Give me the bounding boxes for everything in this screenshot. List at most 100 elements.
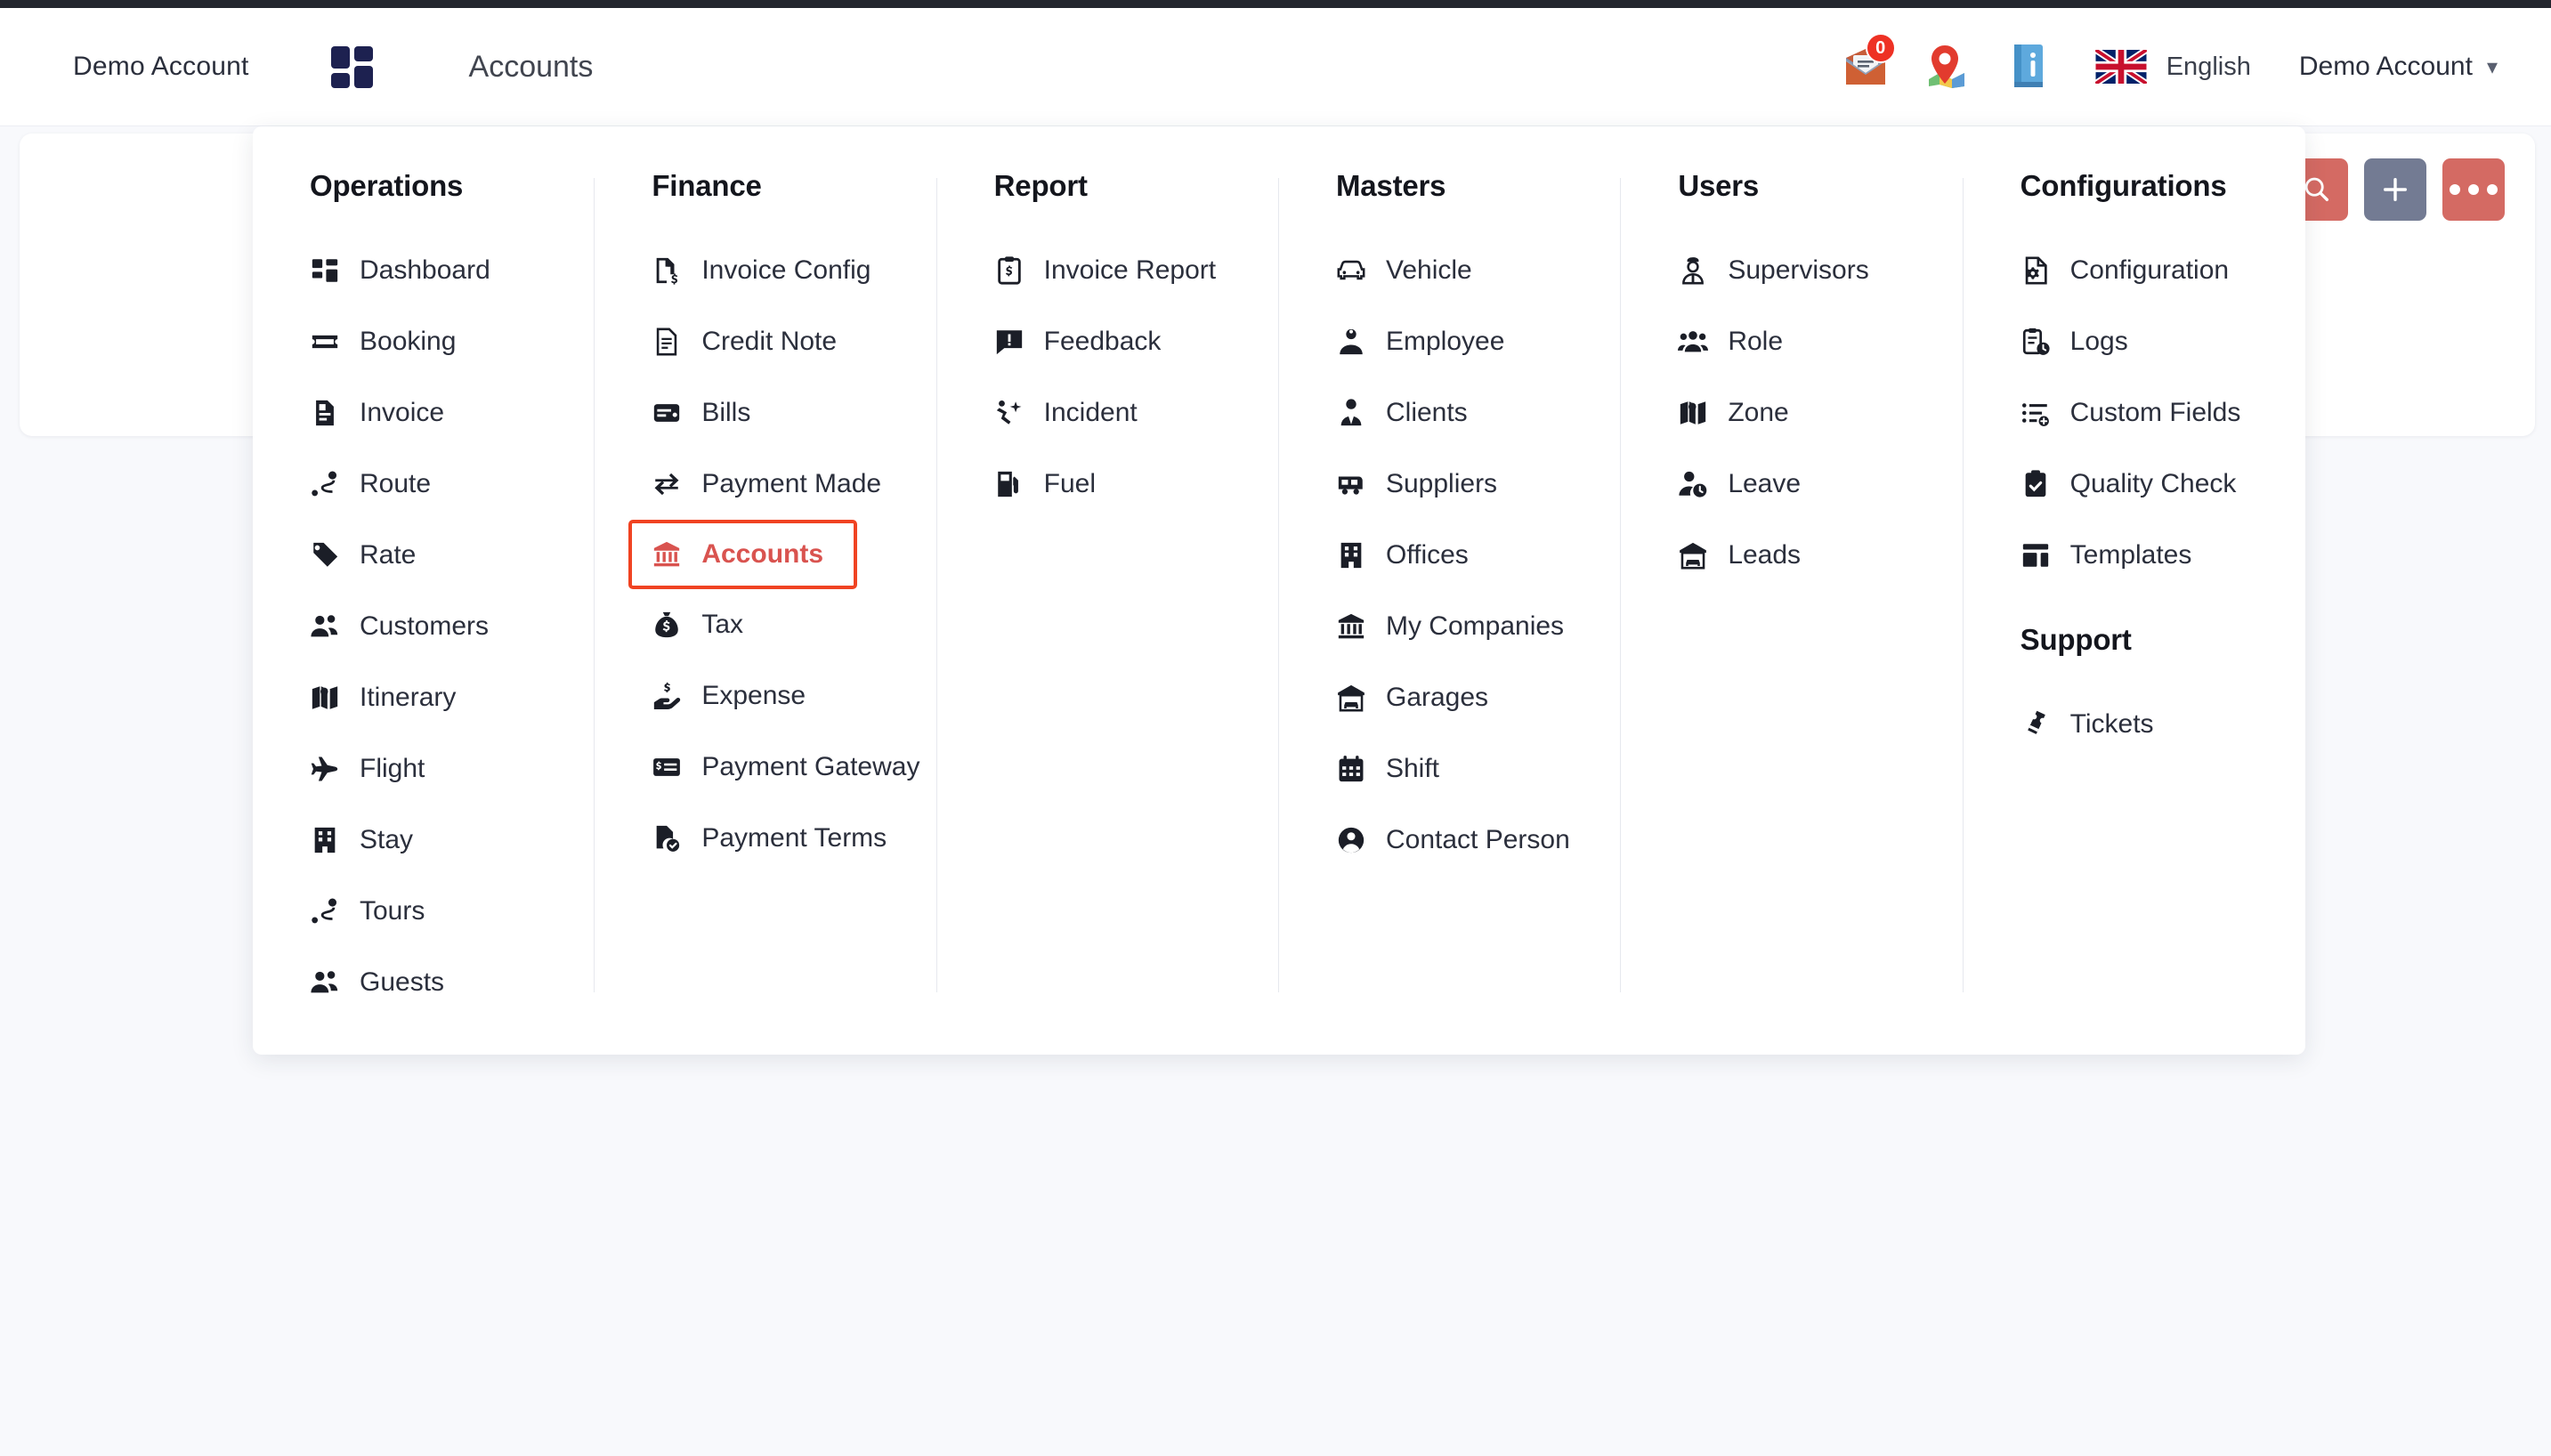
search-icon [2304,177,2329,202]
plus-icon [2383,177,2408,202]
menu-item-expense[interactable]: Expense [652,660,814,732]
dashboard-grid-icon [310,255,340,286]
app-header: Demo Account Accounts 0 English Demo Acc… [0,8,2551,126]
menu-item-flight[interactable]: Flight [310,733,433,805]
menu-item-role[interactable]: Role [1678,306,1792,377]
route-icon [310,896,340,926]
clipboard-clock-icon [2021,327,2051,357]
menu-item-label: Expense [701,681,806,710]
menu-item-quality-check[interactable]: Quality Check [2021,449,2246,520]
menu-item-label: Shift [1385,754,1440,783]
menu-item-zone[interactable]: Zone [1678,377,1797,449]
menu-item-dashboard[interactable]: Dashboard [310,235,499,306]
menu-item-guests[interactable]: Guests [310,947,453,1018]
menu-item-invoice-config[interactable]: Invoice Config [652,235,879,306]
user-account-menu[interactable]: Demo Account ▾ [2299,52,2498,82]
list-plus-icon [2021,398,2051,428]
uk-flag-icon[interactable] [2093,46,2149,87]
menu-item-incident[interactable]: Incident [994,377,1146,449]
menu-item-rate[interactable]: Rate [310,520,425,591]
menu-item-contact-person[interactable]: Contact Person [1336,805,1579,876]
menu-item-suppliers[interactable]: Suppliers [1336,449,1506,520]
menu-item-itinerary[interactable]: Itinerary [310,662,465,733]
menu-item-label: Customers [360,611,490,641]
menu-item-booking[interactable]: Booking [310,306,465,377]
ticket-icon [310,327,340,357]
map-pin-icon[interactable] [1907,26,1988,108]
menu-item-credit-note[interactable]: Credit Note [652,306,846,377]
clipboard-dollar-icon [994,255,1024,286]
user-clock-icon [1678,469,1708,499]
menu-item-customers[interactable]: Customers [310,591,498,662]
user-circle-icon [1336,825,1366,855]
menu-item-label: Bills [701,398,751,427]
menu-item-custom-fields[interactable]: Custom Fields [2021,377,2250,449]
menu-item-label: Feedback [1043,327,1162,356]
uk-flag-glyph [2093,46,2149,87]
menu-item-offices[interactable]: Offices [1336,520,1478,591]
mail-envelope-icon[interactable]: 0 [1825,26,1907,108]
menu-column-title: Masters [1335,169,1446,202]
menu-item-label: Payment Made [701,469,882,498]
menu-item-stay[interactable]: Stay [310,805,422,876]
map-folded-icon [1678,398,1708,428]
mega-menu-panel: Operations Dashboard Booking Invoice Rou… [253,126,2305,1055]
garage-icon [1678,540,1708,570]
menu-item-configuration[interactable]: Configuration [2021,235,2238,306]
trailer-icon [1336,469,1366,499]
map-pin-glyph [1928,45,1964,88]
menu-item-vehicle[interactable]: Vehicle [1336,235,1481,306]
menu-item-label: Supervisors [1728,255,1869,285]
menu-item-label: Logs [2069,327,2128,356]
menu-item-label: Credit Note [701,327,838,356]
menu-item-invoice-report[interactable]: Invoice Report [994,235,1225,306]
money-check-icon [652,752,682,782]
person-falling-icon [994,398,1024,428]
menu-item-accounts[interactable]: Accounts [628,520,858,589]
menu-item-templates[interactable]: Templates [2021,520,2201,591]
language-label[interactable]: English [2166,53,2251,82]
menu-item-label: Garages [1385,683,1489,712]
menu-item-logs[interactable]: Logs [2021,306,2137,377]
menu-item-tickets[interactable]: Tickets [2021,689,2163,760]
menu-item-route[interactable]: Route [310,449,440,520]
menu-item-invoice[interactable]: Invoice [310,377,453,449]
tag-icon [310,540,340,570]
office-building-icon [1336,540,1366,570]
menu-item-tax[interactable]: Tax [652,589,752,660]
menu-item-label: Payment Gateway [701,752,920,781]
menu-item-payment-gateway[interactable]: Payment Gateway [652,732,928,803]
menu-item-my-companies[interactable]: My Companies [1336,591,1573,662]
ellipsis-icon [2450,184,2498,195]
more-actions-button[interactable] [2442,158,2505,221]
map-folded-icon [310,683,340,713]
grid-logo-icon[interactable] [330,46,376,88]
document-check-icon [652,823,682,853]
menu-item-fuel[interactable]: Fuel [994,449,1105,520]
menu-item-supervisors[interactable]: Supervisors [1678,235,1877,306]
menu-column-title: Users [1678,169,1760,202]
ticket-tilted-icon [2021,709,2051,740]
menu-item-label: Templates [2069,540,2192,570]
menu-item-leave[interactable]: Leave [1678,449,1810,520]
add-button[interactable] [2364,158,2426,221]
menu-item-shift[interactable]: Shift [1336,733,1448,805]
page-title: Accounts [468,49,594,84]
menu-item-clients[interactable]: Clients [1336,377,1477,449]
menu-item-label: Clients [1385,398,1468,427]
menu-item-label: Offices [1385,540,1469,570]
menu-item-payment-terms[interactable]: Payment Terms [652,803,895,874]
menu-item-leads[interactable]: Leads [1678,520,1810,591]
menu-item-employee[interactable]: Employee [1336,306,1513,377]
menu-item-feedback[interactable]: Feedback [994,306,1170,377]
menu-item-label: Invoice Config [701,255,871,285]
menu-item-garages[interactable]: Garages [1336,662,1497,733]
info-book-glyph [2013,44,2043,87]
menu-item-label: Route [360,469,432,498]
menu-column-title: Report [993,169,1088,202]
menu-item-payment-made[interactable]: Payment Made [652,449,890,520]
menu-item-tours[interactable]: Tours [310,876,433,947]
menu-item-bills[interactable]: Bills [652,377,759,449]
info-book-icon[interactable] [1988,26,2070,108]
card-bill-icon [652,398,682,428]
